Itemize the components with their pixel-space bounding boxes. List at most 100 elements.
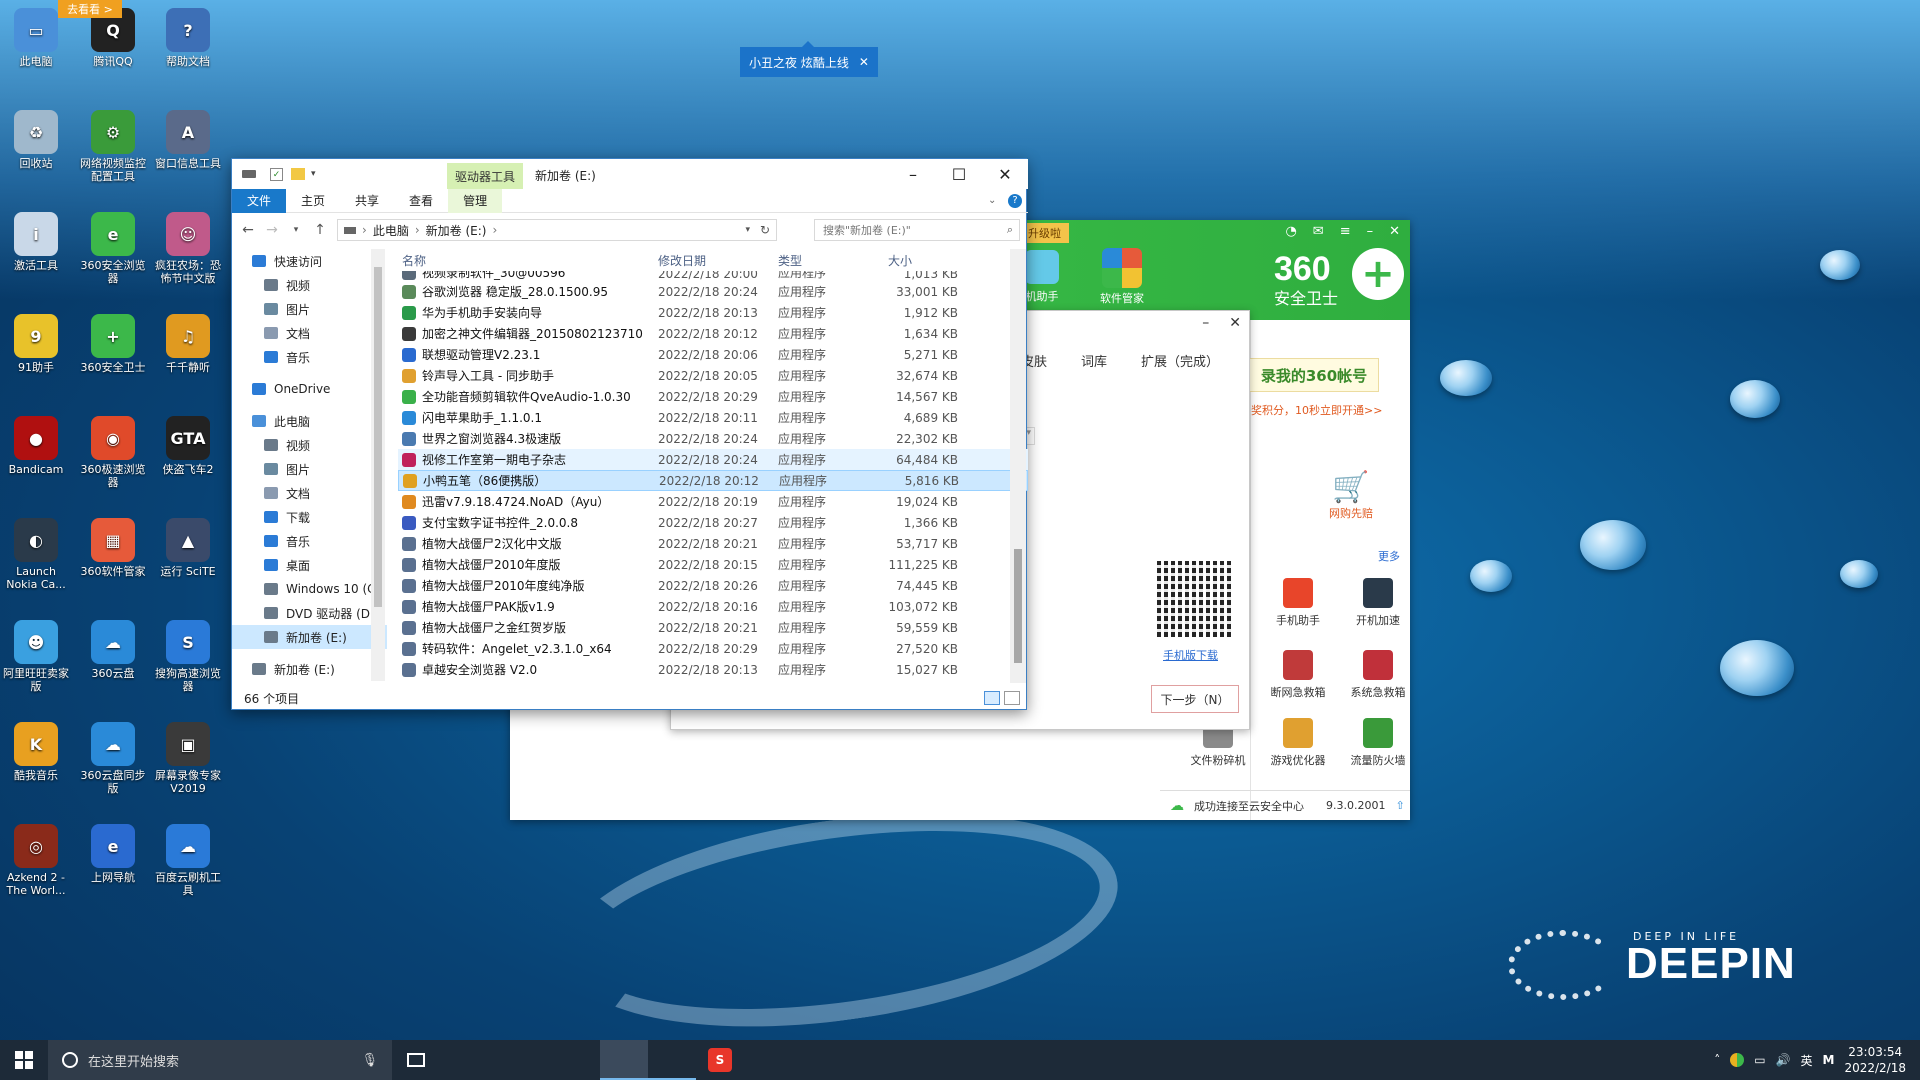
- table-row[interactable]: 小鸭五笔（86便携版） 2022/2/18 20:12 应用程序 5,816 KB: [398, 470, 1028, 491]
- ribbon-tab[interactable]: 主页: [286, 189, 340, 213]
- desktop-icon[interactable]: ☺ 疯狂农场：恐怖节中文版: [152, 212, 224, 285]
- breadcrumb-this-pc[interactable]: 此电脑: [373, 222, 409, 239]
- table-row[interactable]: 植物大战僵尸PAK版v1.9 2022/2/18 20:16 应用程序 103,072…: [398, 596, 1028, 617]
- desktop-icon[interactable]: ◐ Launch Nokia Ca...: [0, 518, 72, 591]
- nav-item[interactable]: 视频: [232, 273, 387, 297]
- nav-item[interactable]: 音乐: [232, 529, 387, 553]
- ribbon-tab[interactable]: 文件: [232, 188, 287, 213]
- nav-item[interactable]: 此电脑: [232, 409, 387, 433]
- table-row[interactable]: 全功能音频剪辑软件QveAudio-1.0.30 2022/2/18 20:29 应…: [398, 386, 1028, 407]
- nav-item[interactable]: 文档: [232, 321, 387, 345]
- table-row[interactable]: 植物大战僵尸2010年度版 2022/2/18 20:15 应用程序 111,225 …: [398, 554, 1028, 575]
- table-row[interactable]: 世界之窗浏览器4.3极速版 2022/2/18 20:24 应用程序 22,302 K…: [398, 428, 1028, 449]
- desktop-icon[interactable]: ☻ 阿里旺旺卖家版: [0, 620, 72, 693]
- dialog-tab[interactable]: 扩展（完成）: [1141, 351, 1219, 370]
- tool-item[interactable]: 游戏优化器: [1263, 718, 1333, 768]
- column-size[interactable]: 大小: [888, 252, 958, 269]
- tab-software-manager[interactable]: 软件管家: [1090, 248, 1154, 306]
- upgrade-arrow-icon[interactable]: ⇧: [1395, 799, 1404, 812]
- tool-item[interactable]: 断网急救箱: [1263, 650, 1333, 700]
- nav-item[interactable]: DVD 驱动器 (D:: [232, 601, 387, 625]
- help-icon[interactable]: ?: [1008, 194, 1022, 208]
- tool-item[interactable]: 流量防火墙: [1343, 718, 1413, 768]
- nav-item[interactable]: 视频: [232, 433, 387, 457]
- table-row[interactable]: 加密之神文件编辑器_20150802123710 2022/2/18 20:12 应…: [398, 323, 1028, 344]
- volume-icon[interactable]: 🔊: [1776, 1053, 1791, 1067]
- minimize-icon[interactable]: –: [1367, 224, 1374, 239]
- desktop-icon[interactable]: 9 91助手: [0, 314, 72, 374]
- table-row[interactable]: 转码软件：Angelet_v2.3.1.0_x64 2022/2/18 20:29…: [398, 638, 1028, 659]
- nav-item[interactable]: 新加卷 (E:): [232, 657, 387, 681]
- new-folder-icon[interactable]: [291, 168, 305, 180]
- desktop-icon[interactable]: K 酷我音乐: [0, 722, 72, 782]
- drive-icon[interactable]: [242, 170, 256, 178]
- task-view-button[interactable]: [392, 1040, 440, 1080]
- taskbar-app-explorer[interactable]: [600, 1040, 648, 1080]
- chevron-down-icon[interactable]: ▾: [311, 169, 316, 179]
- refresh-icon[interactable]: ↻: [760, 223, 770, 237]
- taskbar-app-sogou[interactable]: S: [696, 1040, 744, 1080]
- properties-icon[interactable]: ✓: [270, 167, 283, 181]
- login-button[interactable]: 录我的360帐号: [1249, 358, 1379, 392]
- nav-item[interactable]: 图片: [232, 457, 387, 481]
- promo-link[interactable]: 奖积分，10秒立即开通>>: [1251, 402, 1382, 418]
- desktop-icon[interactable]: ? 帮助文档: [152, 8, 224, 68]
- nav-item[interactable]: OneDrive: [232, 377, 387, 401]
- minimize-button[interactable]: –: [890, 159, 936, 189]
- column-date[interactable]: 修改日期: [658, 252, 778, 269]
- desktop-icon[interactable]: ▣ 屏幕录像专家V2019: [152, 722, 224, 795]
- desktop-icon[interactable]: ☁ 360云盘同步版: [77, 722, 149, 795]
- nav-item[interactable]: 文档: [232, 481, 387, 505]
- menu-icon[interactable]: ≡: [1340, 224, 1351, 239]
- recent-chevron-icon[interactable]: ▾: [284, 225, 308, 235]
- list-scrollbar[interactable]: [1010, 249, 1026, 683]
- table-row[interactable]: 支付宝数字证书控件_2.0.0.8 2022/2/18 20:27 应用程序 1,36…: [398, 512, 1028, 533]
- desktop-icon[interactable]: +360安全卫士: [77, 314, 149, 374]
- tray-expand-icon[interactable]: ˄: [1714, 1053, 1720, 1067]
- table-row[interactable]: 闪电苹果助手_1.1.0.1 2022/2/18 20:11 应用程序 4,689 K…: [398, 407, 1028, 428]
- tool-item[interactable]: 开机加速: [1343, 578, 1413, 628]
- desktop-icon[interactable]: ▲ 运行 SciTE: [152, 518, 224, 578]
- ad-badge[interactable]: 去看看 >: [58, 0, 122, 18]
- next-button[interactable]: 下一步（N）: [1151, 685, 1239, 713]
- message-icon[interactable]: ✉: [1313, 224, 1324, 239]
- column-name[interactable]: 名称: [398, 252, 658, 269]
- table-row[interactable]: 视修工作室第一期电子杂志 2022/2/18 20:24 应用程序 64,484 KB: [398, 449, 1028, 470]
- table-row[interactable]: 铃声导入工具 - 同步助手 2022/2/18 20:05 应用程序 32,674 K…: [398, 365, 1028, 386]
- scroll-thumb[interactable]: [1014, 549, 1022, 663]
- close-button[interactable]: ✕: [982, 159, 1028, 189]
- shop-guarantee[interactable]: 🛒 网购先赔: [1321, 470, 1381, 521]
- microphone-icon[interactable]: 🎙: [361, 1053, 378, 1068]
- back-arrow-icon[interactable]: ←: [236, 222, 260, 238]
- nav-item[interactable]: 桌面: [232, 553, 387, 577]
- minimize-icon[interactable]: –: [1202, 315, 1209, 331]
- column-type[interactable]: 类型: [778, 252, 888, 269]
- network-icon[interactable]: ▭: [1754, 1053, 1765, 1067]
- desktop-icon[interactable]: ▦ 360软件管家: [77, 518, 149, 578]
- scroll-thumb[interactable]: [374, 267, 382, 607]
- table-row[interactable]: 视频录制软件_30@00596 2022/2/18 20:00 应用程序 1,013 …: [398, 271, 1028, 281]
- ime-indicator[interactable]: 英: [1801, 1052, 1813, 1069]
- desktop-icon[interactable]: ♻ 回收站: [0, 110, 72, 170]
- address-dropdown-icon[interactable]: ▾: [745, 225, 750, 235]
- table-row[interactable]: 华为手机助手安装向导 2022/2/18 20:13 应用程序 1,912 KB: [398, 302, 1028, 323]
- ribbon-tab[interactable]: 管理: [448, 188, 503, 213]
- tool-item[interactable]: 系统急救箱: [1343, 650, 1413, 700]
- ribbon-tab[interactable]: 查看: [394, 189, 448, 213]
- tab-phone-helper[interactable]: 机助手: [1022, 250, 1062, 304]
- address-bar[interactable]: › 此电脑 › 新加卷 (E:) › ▾ ↻: [337, 219, 777, 241]
- more-link[interactable]: 更多: [1378, 548, 1400, 564]
- nav-item[interactable]: 新加卷 (E:): [232, 625, 387, 649]
- close-icon[interactable]: ✕: [1229, 315, 1241, 331]
- desktop-icon[interactable]: e 360安全浏览器: [77, 212, 149, 285]
- nav-item[interactable]: Windows 10 (C: [232, 577, 387, 601]
- 360-tray-icon[interactable]: [1730, 1053, 1745, 1067]
- taskbar-app-360[interactable]: [648, 1040, 696, 1080]
- up-arrow-icon[interactable]: ↑: [308, 222, 332, 238]
- nav-item[interactable]: 图片: [232, 297, 387, 321]
- nav-item[interactable]: 快速访问: [232, 249, 387, 273]
- desktop-icon[interactable]: A 窗口信息工具: [152, 110, 224, 170]
- desktop-icon[interactable]: e 上网导航: [77, 824, 149, 884]
- close-icon[interactable]: ✕: [859, 55, 869, 69]
- desktop-icon[interactable]: ♫ 千千静听: [152, 314, 224, 374]
